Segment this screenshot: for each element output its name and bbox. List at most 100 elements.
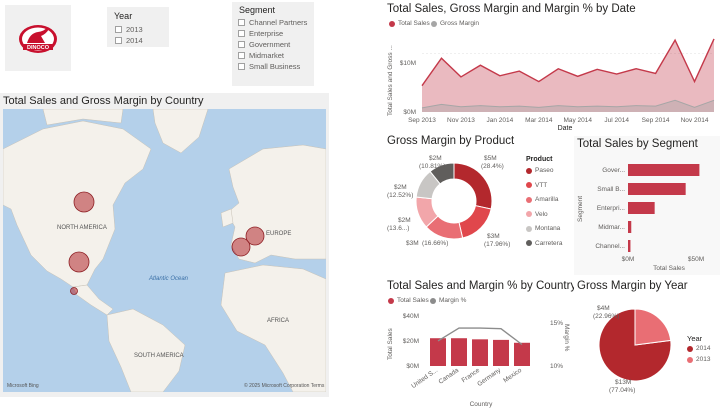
legend-margin-percent[interactable]: Margin %	[430, 297, 466, 304]
country-y2-tick: 15%	[550, 320, 563, 327]
donut-label-value: $5M	[484, 155, 497, 162]
area-y-axis-label: Total Sales and Gross ...	[387, 45, 394, 116]
segment-option-midmarket[interactable]: Midmarket	[238, 51, 284, 60]
checkbox[interactable]	[238, 41, 245, 48]
pie-legend-item-2014[interactable]: 2014	[687, 345, 710, 352]
segment-option-channel-partners[interactable]: Channel Partners	[238, 18, 307, 27]
country-y2-tick: 10%	[550, 363, 563, 370]
logo-text: DINOCO	[27, 45, 50, 51]
donut-label-percent: (13.6...)	[387, 225, 409, 232]
segment-option-label: Channel Partners	[249, 18, 308, 27]
area-chart-svg: Total Sales and Gross ... Sep 2013 Nov 20…	[387, 38, 715, 132]
checkbox[interactable]	[115, 37, 122, 44]
donut-label-value: $3M	[487, 233, 500, 240]
country-x-axis-label: Country	[470, 401, 494, 408]
legend-dot	[526, 182, 532, 188]
area-chart-visual: Total Sales, Gross Margin and Margin % b…	[384, 0, 720, 133]
donut-legend-item-carretera[interactable]: Carretera	[526, 240, 562, 247]
bubble-mexico[interactable]	[70, 287, 78, 295]
checkbox[interactable]	[238, 30, 245, 37]
country-combo-svg: Total Sales Margin % $40M $20M $0M 15% 1…	[387, 313, 570, 408]
country-bar[interactable]	[472, 339, 488, 366]
map-visual: Total Sales and Gross Margin by Country …	[0, 93, 329, 397]
segment-bar-svg: Segment Gover... Small B... Enterpri... Mid…	[577, 164, 704, 272]
year-option-label: 2013	[126, 25, 143, 34]
country-x-tick: Germany	[476, 366, 503, 387]
segment-bar-visual: Total Sales by Segment Segment Gover... S…	[574, 136, 720, 275]
pie-legend-title: Year	[687, 334, 703, 343]
bubble-canada[interactable]	[73, 191, 95, 213]
donut-legend-title: Product	[526, 156, 553, 163]
segment-option-government[interactable]: Government	[238, 40, 290, 49]
donut-legend-label: Carretera	[535, 239, 563, 247]
checkbox[interactable]	[238, 52, 245, 59]
year-option-label: 2014	[126, 36, 143, 45]
area-fill-total-sales[interactable]	[422, 38, 714, 112]
segment-bar[interactable]	[628, 164, 700, 176]
checkbox[interactable]	[115, 26, 122, 33]
map-label-ocean: Atlantic Ocean	[148, 276, 189, 282]
segment-slicer: Segment Channel Partners Enterprise Gove…	[232, 2, 314, 86]
area-x-axis-label: Date	[558, 125, 573, 132]
map-canvas[interactable]: NORTH AMERICA EUROPE Atlantic Ocean AFRI…	[3, 109, 326, 392]
pie-chart-title: Gross Margin by Year	[577, 280, 688, 292]
pie-label-percent: (77.04%)	[609, 387, 635, 394]
donut-legend-item-paseo[interactable]: Paseo	[526, 167, 553, 174]
segment-category-label: Gover...	[602, 167, 625, 174]
legend-total-sales[interactable]: Total Sales	[389, 20, 430, 27]
donut-legend-item-velo[interactable]: Velo	[526, 211, 548, 218]
country-bar[interactable]	[430, 338, 446, 366]
country-bar[interactable]	[514, 342, 530, 366]
map-copyright-text: © 2025 Microsoft Corporation	[244, 382, 310, 389]
country-x-tick: Canada	[437, 367, 460, 386]
segment-bar[interactable]	[628, 221, 632, 233]
donut-legend-item-vtt[interactable]: VTT	[526, 182, 547, 189]
bing-attribution: Microsoft Bing	[7, 383, 39, 389]
bubble-france[interactable]	[231, 237, 251, 257]
donut-legend-label: Velo	[535, 210, 548, 218]
legend-gross-margin[interactable]: Gross Margin	[431, 20, 479, 27]
legend-dot	[526, 225, 532, 232]
area-x-tick: Mar 2014	[525, 117, 553, 124]
segment-bar[interactable]	[628, 202, 655, 214]
segment-bar[interactable]	[628, 240, 631, 252]
pie-legend-label: 2014	[696, 345, 711, 352]
segment-category-label: Enterpri...	[597, 205, 625, 212]
segment-category-label: Small B...	[597, 186, 625, 193]
donut-label-percent: (10.81%)	[419, 163, 445, 170]
segment-option-enterprise[interactable]: Enterprise	[238, 29, 283, 38]
donut-chart-visual: Gross Margin by Product $5M (28.4%) $3M …	[384, 132, 570, 275]
donut-label-percent: (12.52%)	[387, 192, 413, 199]
segment-bar[interactable]	[628, 183, 686, 195]
map-terms-link[interactable]: Terms	[311, 383, 325, 389]
country-bar[interactable]	[493, 339, 509, 366]
donut-label-value: $2M	[398, 217, 411, 224]
donut-legend-item-amarilla[interactable]: Amarilla	[526, 196, 558, 203]
area-x-tick: Nov 2013	[447, 117, 475, 124]
map-label-north-america: NORTH AMERICA	[57, 225, 107, 231]
donut-legend-item-montana[interactable]: Montana	[526, 225, 560, 232]
map-label-europe: EUROPE	[266, 231, 291, 237]
country-x-tick: Mexico	[502, 367, 523, 385]
year-slicer: Year 2013 2014	[107, 7, 169, 47]
pie-slice-2013[interactable]	[634, 308, 672, 346]
donut-legend-label: Amarilla	[535, 196, 559, 203]
pie-label-value: $4M	[597, 305, 610, 312]
donut-label-value: $3M	[406, 240, 419, 247]
donut-label-percent: (16.66%)	[422, 240, 448, 247]
area-x-tick: Jan 2014	[486, 117, 513, 124]
checkbox[interactable]	[238, 19, 245, 26]
year-option-2013[interactable]: 2013	[115, 25, 143, 34]
pie-legend-item-2013[interactable]: 2013	[687, 356, 710, 363]
legend-total-sales[interactable]: Total Sales	[388, 297, 429, 304]
country-bar[interactable]	[451, 338, 467, 366]
country-y-tick: $40M	[403, 313, 419, 320]
year-option-2014[interactable]: 2014	[115, 36, 143, 45]
legend-dot	[526, 211, 532, 217]
country-combo-title: Total Sales and Margin % by Country	[387, 280, 577, 292]
area-y-tick: $10M	[400, 60, 416, 67]
area-y-tick: $0M	[403, 109, 416, 116]
checkbox[interactable]	[238, 63, 245, 70]
segment-option-small-business[interactable]: Small Business	[238, 62, 300, 71]
bubble-united-states[interactable]	[68, 251, 90, 273]
